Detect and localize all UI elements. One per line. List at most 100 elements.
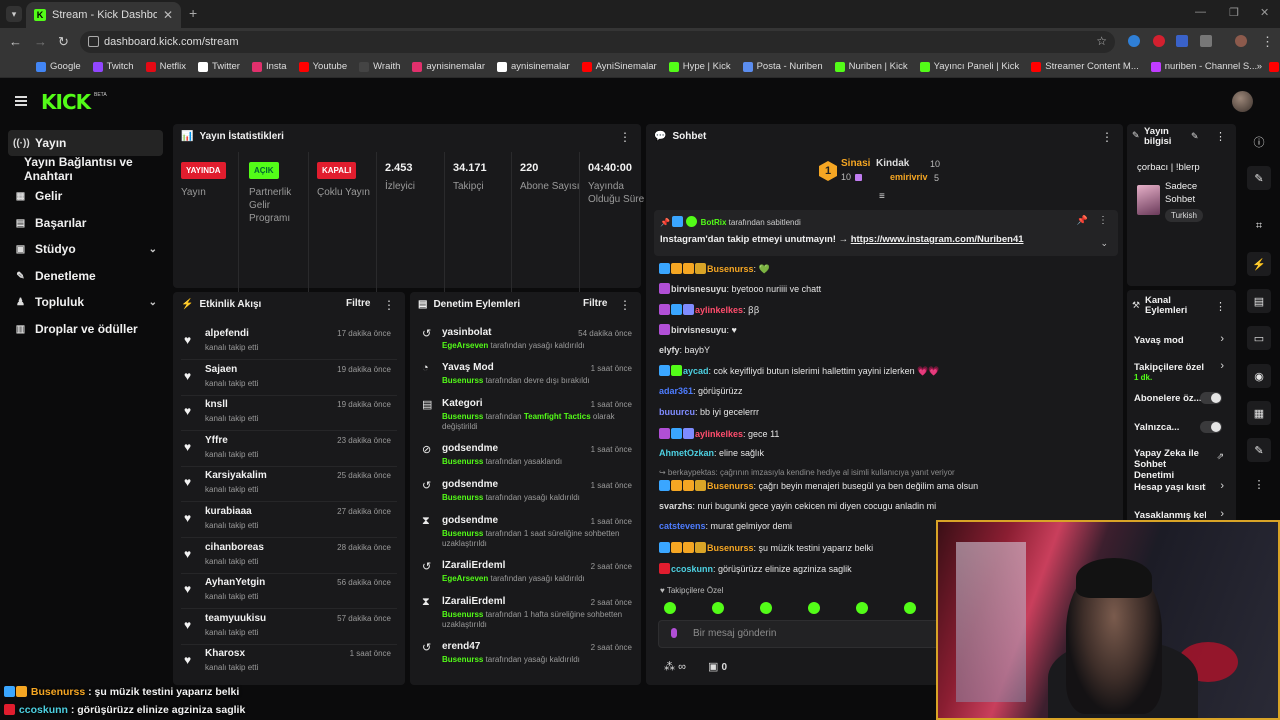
filter-button[interactable]: Filtre xyxy=(583,298,607,309)
bookmark-item[interactable]: Posta - Nuriben xyxy=(737,61,829,72)
activity-username[interactable]: Sajaen xyxy=(205,364,237,375)
bookmark-item[interactable]: Twitter xyxy=(192,61,246,72)
chat-message[interactable]: ccoskunn: görüşürüzz elinize agziniza sa… xyxy=(659,563,852,574)
close-tab-icon[interactable]: ✕ xyxy=(163,8,173,22)
bookmark-item[interactable]: Twitch xyxy=(87,61,140,72)
gift-box-icon[interactable]: ▣ xyxy=(708,661,718,673)
moderator-name[interactable]: Busenurss xyxy=(442,529,483,538)
browser-menu-icon[interactable]: ⋮ xyxy=(1261,34,1274,50)
emote-icon[interactable] xyxy=(760,602,772,614)
activity-username[interactable]: cihanboreas xyxy=(205,542,264,553)
reload-icon[interactable]: ↻ xyxy=(58,34,69,50)
moderation-item[interactable]: ↺ lZaraliErdeml 2 saat önce EgeArseven tara… xyxy=(418,560,636,594)
emote-icon[interactable] xyxy=(856,602,868,614)
pinned-by-user[interactable]: BotRix xyxy=(701,218,727,227)
channel-action-item[interactable]: Hesap yaşı kısıtla xyxy=(1134,482,1206,493)
chat-message[interactable]: adar361: görüşürüzz xyxy=(659,386,743,396)
chat-message[interactable]: AhmetOzkan: eline sağlık xyxy=(659,448,764,458)
activity-item[interactable]: ♥ cihanboreas kanalı takip etti 28 dakika ö… xyxy=(181,540,397,574)
activity-item[interactable]: ♥ knsll kanalı takip etti 19 dakika önce xyxy=(181,397,397,432)
profile-icon[interactable] xyxy=(1235,35,1247,47)
sidebar-item[interactable]: ▥ Droplar ve ödüller xyxy=(8,316,163,342)
chat-message[interactable]: aycad: cok keyifliydi butun islerimi hal… xyxy=(659,365,940,377)
activity-username[interactable]: Kharosx xyxy=(205,648,245,659)
moderator-name[interactable]: Busenurss xyxy=(442,610,483,619)
more-options-icon[interactable]: ⋮ xyxy=(1215,300,1226,313)
edit-pencil-icon[interactable]: ✎ xyxy=(1247,166,1271,190)
chat-message[interactable]: aylinkelkes: gece 11 xyxy=(659,428,779,439)
activity-item[interactable]: ♥ kurabiaaa kanalı takip etti 27 dakika önc… xyxy=(181,504,397,538)
chat-username[interactable]: catstevens xyxy=(659,521,706,531)
moderator-name[interactable]: Busenurss xyxy=(442,376,483,385)
chat-username[interactable]: birvisnesuyu xyxy=(671,284,727,294)
chevron-right-icon[interactable]: › xyxy=(1220,480,1224,492)
more-options-icon[interactable]: ⋮ xyxy=(619,298,631,312)
more-options-icon[interactable]: ⋮ xyxy=(1215,130,1226,143)
minimize-icon[interactable]: — xyxy=(1195,6,1206,18)
activity-username[interactable]: AyhanYetgin xyxy=(205,577,265,588)
browser-tab[interactable]: K Stream - Kick Dashboard ✕ xyxy=(26,2,181,28)
activity-item[interactable]: ♥ Karsiyakalim kanalı takip etti 25 dakika … xyxy=(181,468,397,503)
bookmark-item[interactable]: Netflix xyxy=(140,61,192,72)
emote-icon[interactable] xyxy=(664,602,676,614)
sidebar-item[interactable]: ▤ Başarılar xyxy=(8,210,163,236)
lightning-icon[interactable]: ⚡ xyxy=(1247,252,1271,276)
channel-action-item[interactable]: Yalnızca... xyxy=(1134,422,1206,433)
gifter-name[interactable]: Sinasi xyxy=(841,158,870,169)
moderation-item[interactable]: ↺ yasinbolat 54 dakika önce EgeArseven tara… xyxy=(418,327,636,361)
sidebar-item[interactable]: ▣ Stüdyo ⌄ xyxy=(8,236,163,262)
activity-item[interactable]: ♥ teamyuukisu kanalı takip etti 57 dakika ö… xyxy=(181,611,397,645)
category-thumbnail[interactable] xyxy=(1137,185,1160,215)
activity-item[interactable]: ♥ Sajaen kanalı takip etti 19 dakika önce xyxy=(181,362,397,396)
channel-action-item[interactable]: Abonelere öz... xyxy=(1134,393,1206,404)
extension-icon[interactable] xyxy=(1176,35,1188,47)
moderator-name[interactable]: Busenurss xyxy=(442,655,483,664)
bookmark-item[interactable]: nuriben - Channel S... xyxy=(1145,61,1263,72)
crop-icon[interactable]: ⌗ xyxy=(1247,214,1271,238)
chat-message[interactable]: elyfy: baybY xyxy=(659,345,710,355)
bookmark-item[interactable]: Wraith xyxy=(353,61,406,72)
chat-bubble-icon[interactable]: ▭ xyxy=(1247,326,1271,350)
chat-message[interactable]: birvisnesuyu: byetooo nuriiii ve chatt xyxy=(659,283,821,294)
channel-action-item[interactable]: Yapay Zeka ile Sohbet Denetimi xyxy=(1134,448,1206,481)
moderation-item[interactable]: ⧗ lZaraliErdeml 2 saat önce Busenurss taraf… xyxy=(418,596,636,630)
gifter-name[interactable]: Kindak xyxy=(876,158,909,169)
close-window-icon[interactable]: ✕ xyxy=(1260,6,1269,19)
moderation-target[interactable]: lZaraliErdeml xyxy=(442,596,505,607)
moderation-target[interactable]: godsendme xyxy=(442,515,498,526)
activity-username[interactable]: Yffre xyxy=(205,435,228,446)
chat-message[interactable]: birvisnesuyu: ♥ xyxy=(659,324,737,335)
sidebar-item[interactable]: ♟ Topluluk ⌄ xyxy=(8,289,163,315)
chat-username[interactable]: Busenurss xyxy=(707,481,754,491)
chat-message[interactable]: catstevens: murat gelmiyor demi xyxy=(659,521,792,531)
more-options-icon[interactable]: ⋮ xyxy=(383,298,395,312)
activity-username[interactable]: teamyuukisu xyxy=(205,613,266,624)
more-options-icon[interactable]: ⋮ xyxy=(1247,472,1271,496)
moderation-item[interactable]: ▤ Kategori 1 saat önce Busenurss tarafından… xyxy=(418,398,636,432)
more-options-icon[interactable]: ⋮ xyxy=(1101,130,1113,144)
menu-icon[interactable] xyxy=(15,96,27,106)
kick-logo[interactable]: KICK xyxy=(41,90,91,114)
chat-username[interactable]: Busenurss xyxy=(707,543,754,553)
bookmark-item[interactable]: AyniSinemalar xyxy=(576,61,663,72)
moderation-item[interactable]: ↺ erend47 2 saat önce Busenurss tarafından … xyxy=(418,641,636,675)
extension-icon[interactable] xyxy=(1128,35,1140,47)
chat-message[interactable]: aylinkelkes: ꞵꞵ xyxy=(659,303,759,316)
pinned-menu-icon[interactable]: ⋮ xyxy=(1098,215,1108,226)
bookmark-item[interactable]: Insta xyxy=(246,61,293,72)
filter-button[interactable]: Filtre xyxy=(346,298,370,309)
chat-message[interactable]: ↪ berkaypektas: çağrının imzasıyla kendi… xyxy=(659,468,955,477)
chat-username[interactable]: Busenurss xyxy=(707,264,754,274)
moderation-target[interactable]: godsendme xyxy=(442,479,498,490)
moderation-target[interactable]: Kategori xyxy=(442,398,483,409)
back-icon[interactable]: ← xyxy=(9,34,22,49)
broadcast-icon[interactable]: ◉ xyxy=(1247,364,1271,388)
moderation-target[interactable]: yasinbolat xyxy=(442,327,491,338)
chevron-right-icon[interactable]: › xyxy=(1220,333,1224,345)
user-avatar[interactable] xyxy=(1232,91,1253,112)
chevron-right-icon[interactable]: › xyxy=(1220,508,1224,520)
toggle-switch[interactable] xyxy=(1200,421,1222,433)
extensions-puzzle-icon[interactable] xyxy=(1200,35,1212,47)
moderation-item[interactable]: ◔ Yavaş Mod 1 saat önce Busenurss tarafında… xyxy=(418,362,636,396)
bookmark-item[interactable]: Google xyxy=(30,61,87,72)
